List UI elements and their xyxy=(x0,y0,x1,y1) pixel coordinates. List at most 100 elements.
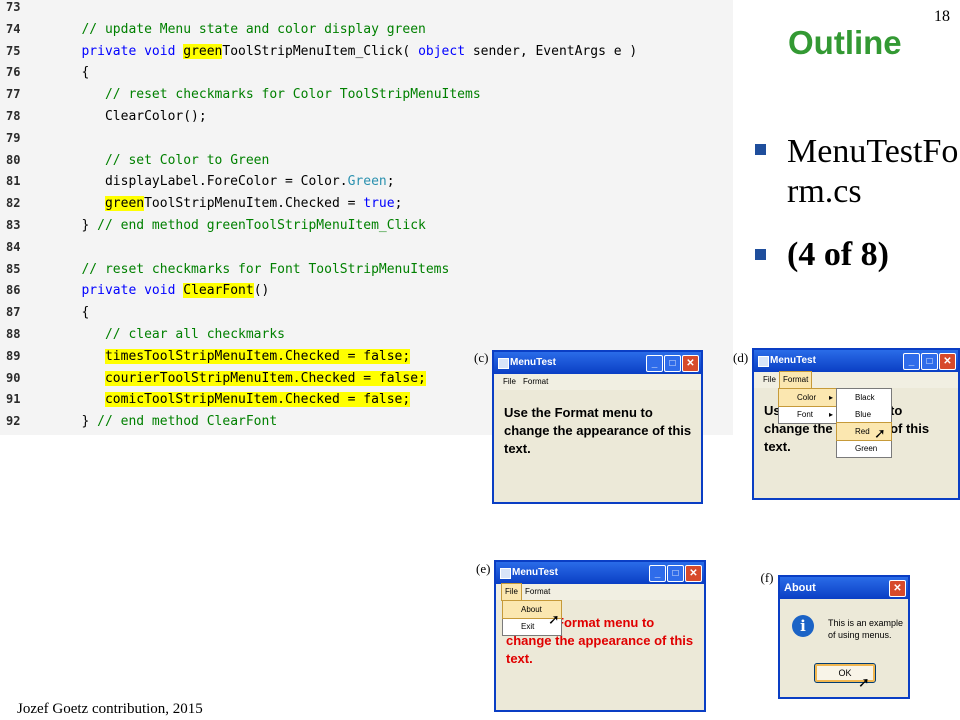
caption-c: (c) xyxy=(474,350,489,365)
menu-item-blue[interactable]: Blue xyxy=(837,406,891,423)
code-token: void xyxy=(144,283,176,299)
code-token: // reset checkmarks for Font ToolStripMe… xyxy=(81,261,450,277)
code-token: green xyxy=(183,43,223,59)
app-icon xyxy=(758,356,769,367)
about-dialog: About ✕ i This is an example of using me… xyxy=(778,575,910,699)
code-text: // set Color to Green xyxy=(58,150,269,172)
line-number: 89 xyxy=(6,348,21,363)
close-icon[interactable]: ✕ xyxy=(889,580,906,597)
caption-e: (e) xyxy=(476,561,491,576)
display-label-part: text. xyxy=(764,439,791,454)
code-text: comicToolStripMenuItem.Checked = false; xyxy=(58,389,411,411)
app-icon xyxy=(498,358,509,369)
caption-text: (e) xyxy=(476,561,491,576)
code-text: } // end method ClearFont xyxy=(58,411,277,433)
menu-item-green[interactable]: Green xyxy=(837,440,891,457)
code-token: ToolStripMenuItem_Click( xyxy=(222,43,419,59)
code-token: ClearColor(); xyxy=(58,109,207,124)
code-text: // reset checkmarks for Color ToolStripM… xyxy=(58,84,481,106)
menu-file[interactable]: File xyxy=(501,583,522,601)
code-token: ; xyxy=(386,174,395,190)
format-dropdown: Color ▸ Font ▸ xyxy=(778,388,838,424)
close-icon[interactable]: ✕ xyxy=(685,565,702,582)
display-label-part: text. xyxy=(506,651,533,666)
code-text: ClearColor(); xyxy=(58,106,207,128)
minimize-icon[interactable]: _ xyxy=(646,355,663,372)
code-text: timesToolStripMenuItem.Checked = false; xyxy=(58,346,411,368)
menu-item-black[interactable]: Black xyxy=(837,389,891,406)
mouse-cursor-icon: ➚ xyxy=(874,425,886,441)
outline-title: Outline xyxy=(788,24,902,61)
menu-item-color[interactable]: Color ▸ xyxy=(778,388,838,407)
code-token: timesToolStripMenuItem.Checked = false; xyxy=(104,348,411,364)
code-token: ClearFont xyxy=(183,283,254,299)
code-token: object xyxy=(418,43,466,59)
code-text: // clear all checkmarks xyxy=(58,324,285,346)
titlebar[interactable]: MenuTest _ □ ✕ xyxy=(494,352,701,374)
code-token: () xyxy=(253,283,270,299)
code-text: displayLabel.ForeColor = Color.Green; xyxy=(58,171,395,193)
menu-item-font[interactable]: Font ▸ xyxy=(779,406,837,423)
bullet-square-icon xyxy=(755,249,766,260)
line-number: 85 xyxy=(6,261,21,276)
minimize-icon[interactable]: _ xyxy=(649,565,666,582)
close-icon[interactable]: ✕ xyxy=(682,355,699,372)
line-number: 88 xyxy=(6,327,21,341)
submenu-arrow-icon: ▸ xyxy=(828,410,833,419)
code-token: { xyxy=(58,305,90,321)
code-token: private xyxy=(81,283,137,299)
slide-number: 18 xyxy=(934,8,950,25)
maximize-icon[interactable]: □ xyxy=(921,353,938,370)
menu-format[interactable]: Format xyxy=(778,371,813,389)
caption-text: (d) xyxy=(733,350,749,365)
caption-text: (c) xyxy=(474,350,489,365)
bullet-text: MenuTestForm.cs xyxy=(787,133,959,210)
maximize-icon[interactable]: □ xyxy=(664,355,681,372)
line-number: 76 xyxy=(6,65,21,80)
about-message: This is an example of using menus. xyxy=(828,618,904,640)
menubar: File Format xyxy=(494,374,701,390)
mouse-cursor-icon: ➚ xyxy=(548,611,560,627)
code-token: // clear all checkmarks xyxy=(104,327,285,342)
bullet-filename: MenuTestForm.cs xyxy=(755,132,960,212)
menu-format[interactable]: Format xyxy=(520,374,551,390)
menu-file[interactable]: File xyxy=(500,374,519,390)
line-number: 77 xyxy=(6,87,21,102)
code-token: private xyxy=(81,43,137,59)
window-title: About xyxy=(784,582,816,594)
code-token: sender, EventArgs e ) xyxy=(465,43,638,59)
minimize-icon[interactable]: _ xyxy=(903,353,920,370)
code-text: // reset checkmarks for Font ToolStripMe… xyxy=(58,259,449,281)
titlebar[interactable]: About ✕ xyxy=(780,577,908,599)
titlebar[interactable]: MenuTest _ □ ✕ xyxy=(754,350,958,372)
window-c: MenuTest _ □ ✕ File Format Use the Forma… xyxy=(492,350,703,504)
caption-d: (d) xyxy=(733,350,749,365)
code-text: // update Menu state and color display g… xyxy=(58,19,425,41)
code-text: { xyxy=(58,302,89,324)
footer-credit: Jozef Goetz contribution, 2015 xyxy=(17,701,203,717)
display-label-part: Format menu to xyxy=(556,615,655,630)
code-token: // end method ClearFont xyxy=(97,414,278,430)
code-token: } xyxy=(58,218,98,233)
code-token: // reset checkmarks for Color ToolStripM… xyxy=(104,87,481,103)
menu-format[interactable]: Format xyxy=(522,584,553,600)
titlebar[interactable]: MenuTest _ □ ✕ xyxy=(496,562,704,584)
code-token: displayLabel.ForeColor = Color. xyxy=(58,174,348,190)
code-token: { xyxy=(58,65,90,81)
code-token: Green xyxy=(347,174,387,190)
menu-file[interactable]: File xyxy=(760,372,779,388)
code-token: green xyxy=(104,196,145,212)
window-title: MenuTest xyxy=(770,355,816,366)
mouse-cursor-icon: ➚ xyxy=(858,674,870,690)
code-token: // set Color to Green xyxy=(104,152,270,168)
close-icon[interactable]: ✕ xyxy=(939,353,956,370)
maximize-icon[interactable]: □ xyxy=(667,565,684,582)
line-number: 73 xyxy=(6,0,21,14)
